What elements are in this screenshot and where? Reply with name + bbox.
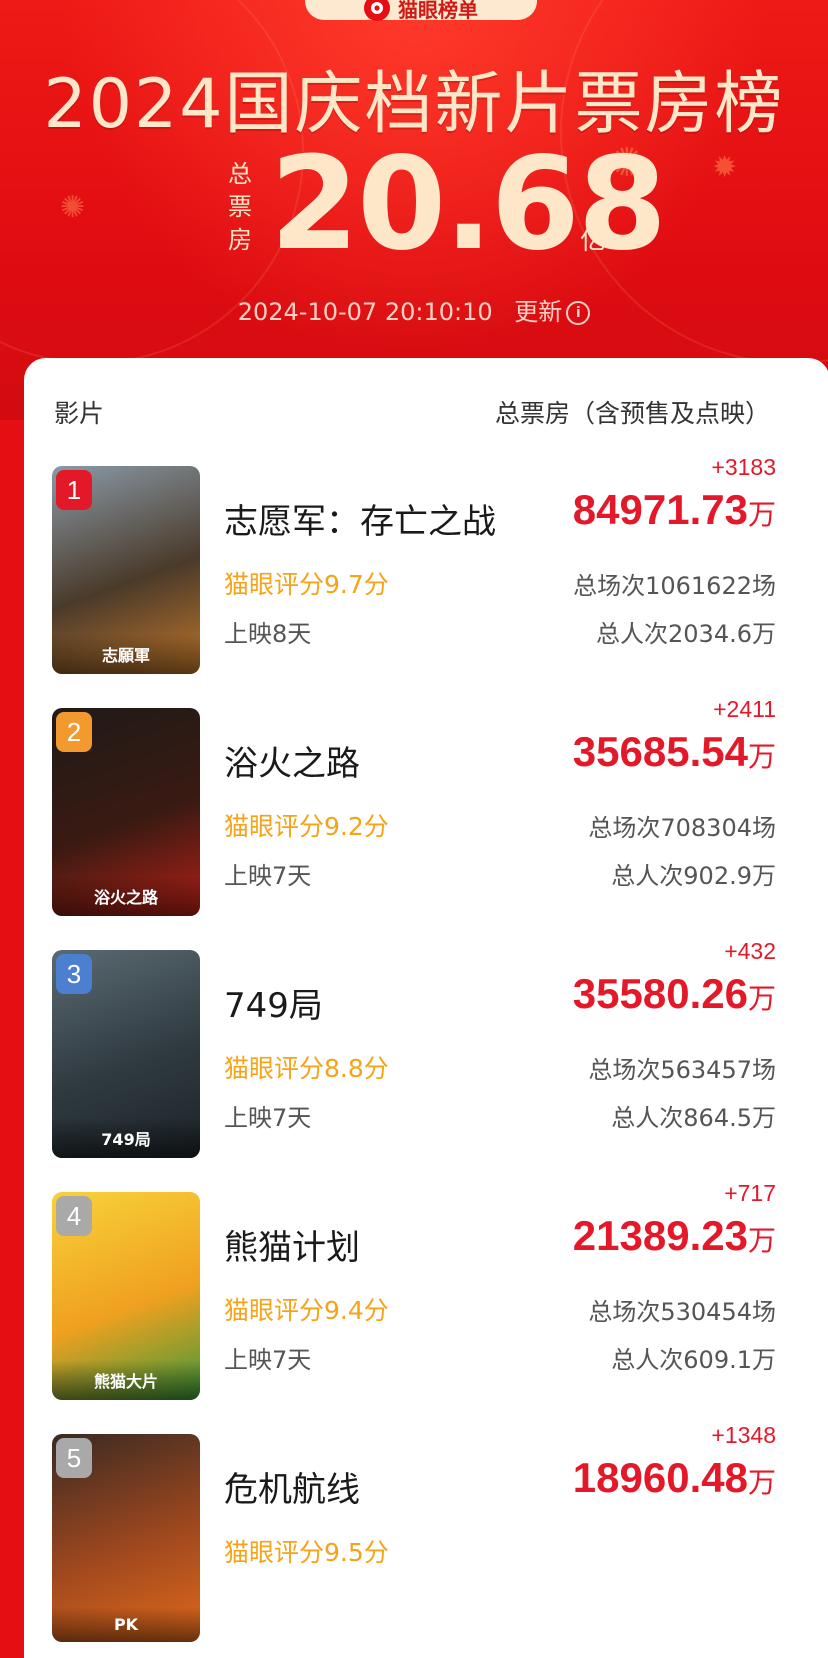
box-office-delta: +1348 — [711, 1422, 776, 1448]
total-shows: 总场次708304场 — [588, 814, 776, 842]
days-in-release: 上映7天 — [224, 1346, 312, 1374]
poster-caption: 熊猫大片 — [52, 1360, 200, 1400]
firework-icon: ✹ — [712, 150, 738, 185]
box-office-delta: +432 — [724, 938, 776, 964]
total-admissions: 总人次609.1万 — [611, 1346, 776, 1374]
maoyan-score: 猫眼评分9.5分 — [224, 1538, 389, 1567]
film-title[interactable]: 浴火之路 — [224, 736, 360, 785]
box-office-total: 18960.48万 — [573, 1454, 776, 1502]
box-office-delta: +2411 — [713, 696, 776, 722]
film-title[interactable]: 志愿军：存亡之战 — [224, 494, 496, 543]
box-office-total: 35685.54万 — [573, 728, 776, 776]
total-admissions: 总人次2034.6万 — [596, 620, 776, 648]
film-poster[interactable]: 3 749局 — [52, 950, 200, 1158]
box-office-unit: 万 — [747, 498, 776, 531]
total-admissions: 总人次902.9万 — [611, 862, 776, 890]
poster-caption: 浴火之路 — [52, 876, 200, 916]
rank-badge: 2 — [56, 712, 92, 752]
header-banner: ✺ ✹ ✺ 猫眼榜单 2024国庆档新片票房榜 总 票 房 20.68 亿 20… — [0, 0, 828, 420]
film-poster[interactable]: 1 志願軍 — [52, 466, 200, 674]
box-office-delta: +717 — [724, 1180, 776, 1206]
film-poster[interactable]: 2 浴火之路 — [52, 708, 200, 916]
column-header-box-office: 总票房（含预售及点映） — [494, 399, 770, 428]
box-office-value: 35685.54 — [572, 728, 748, 775]
rank-badge: 3 — [56, 954, 92, 994]
total-label: 总 票 房 — [228, 160, 252, 254]
film-row[interactable]: 3 749局 749局 猫眼评分8.8分 上映7天 +432 35580.26万… — [24, 938, 828, 1160]
film-title[interactable]: 熊猫计划 — [224, 1220, 360, 1269]
brand-badge: 猫眼榜单 — [305, 0, 537, 22]
total-admissions: 总人次864.5万 — [611, 1104, 776, 1132]
film-poster[interactable]: 4 熊猫大片 — [52, 1192, 200, 1400]
maoyan-score: 猫眼评分9.2分 — [224, 812, 389, 841]
film-row[interactable]: 1 志願軍 志愿军：存亡之战 猫眼评分9.7分 上映8天 +3183 84971… — [24, 454, 828, 676]
poster-caption: 749局 — [52, 1118, 200, 1158]
box-office-unit: 万 — [747, 740, 776, 773]
film-poster[interactable]: 5 PK — [52, 1434, 200, 1642]
box-office-total: 35580.26万 — [573, 970, 776, 1018]
total-shows: 总场次530454场 — [588, 1298, 776, 1326]
box-office-delta: +3183 — [711, 454, 776, 480]
box-office-unit: 万 — [747, 1224, 776, 1257]
rank-badge: 5 — [56, 1438, 92, 1478]
poster-caption: 志願軍 — [52, 634, 200, 674]
box-office-value: 18960.48 — [572, 1454, 748, 1501]
maoyan-score: 猫眼评分9.7分 — [224, 570, 389, 599]
box-office-value: 21389.23 — [572, 1212, 748, 1259]
film-title[interactable]: 749局 — [224, 978, 323, 1027]
film-title[interactable]: 危机航线 — [224, 1462, 360, 1511]
box-office-total: 84971.73万 — [573, 486, 776, 534]
update-status: 2024-10-07 20:10:10 更新 i — [0, 292, 828, 327]
maoyan-score: 猫眼评分9.4分 — [224, 1296, 389, 1325]
box-office-total: 21389.23万 — [573, 1212, 776, 1260]
update-time: 2024-10-07 20:10:10 — [237, 298, 493, 326]
maoyan-score: 猫眼评分8.8分 — [224, 1054, 389, 1083]
brand-name: 猫眼榜单 — [398, 0, 478, 22]
days-in-release: 上映7天 — [224, 1104, 312, 1132]
box-office-value: 84971.73 — [572, 486, 748, 533]
box-office-unit: 万 — [747, 982, 776, 1015]
days-in-release: 上映7天 — [224, 862, 312, 890]
rank-badge: 1 — [56, 470, 92, 510]
rank-badge: 4 — [56, 1196, 92, 1236]
cat-eye-logo-icon — [364, 0, 390, 21]
ranking-card: 影片 总票房（含预售及点映） 1 志願軍 志愿军：存亡之战 猫眼评分9.7分 上… — [24, 358, 828, 1658]
info-icon[interactable]: i — [566, 301, 591, 325]
film-row[interactable]: 4 熊猫大片 熊猫计划 猫眼评分9.4分 上映7天 +717 21389.23万… — [24, 1180, 828, 1402]
firework-icon: ✺ — [60, 190, 86, 225]
days-in-release: 上映8天 — [224, 620, 312, 648]
update-label: 更新 — [514, 298, 563, 326]
total-shows: 总场次1061622场 — [573, 572, 776, 600]
box-office-unit: 万 — [747, 1466, 776, 1499]
film-row[interactable]: 2 浴火之路 浴火之路 猫眼评分9.2分 上映7天 +2411 35685.54… — [24, 696, 828, 918]
total-shows: 总场次563457场 — [588, 1056, 776, 1084]
column-header-film: 影片 — [54, 399, 105, 428]
film-row[interactable]: 5 PK 危机航线 猫眼评分9.5分 +1348 18960.48万 — [24, 1422, 828, 1644]
box-office-value: 35580.26 — [572, 970, 748, 1017]
poster-caption: PK — [52, 1607, 200, 1642]
total-unit: 亿 — [580, 226, 607, 256]
